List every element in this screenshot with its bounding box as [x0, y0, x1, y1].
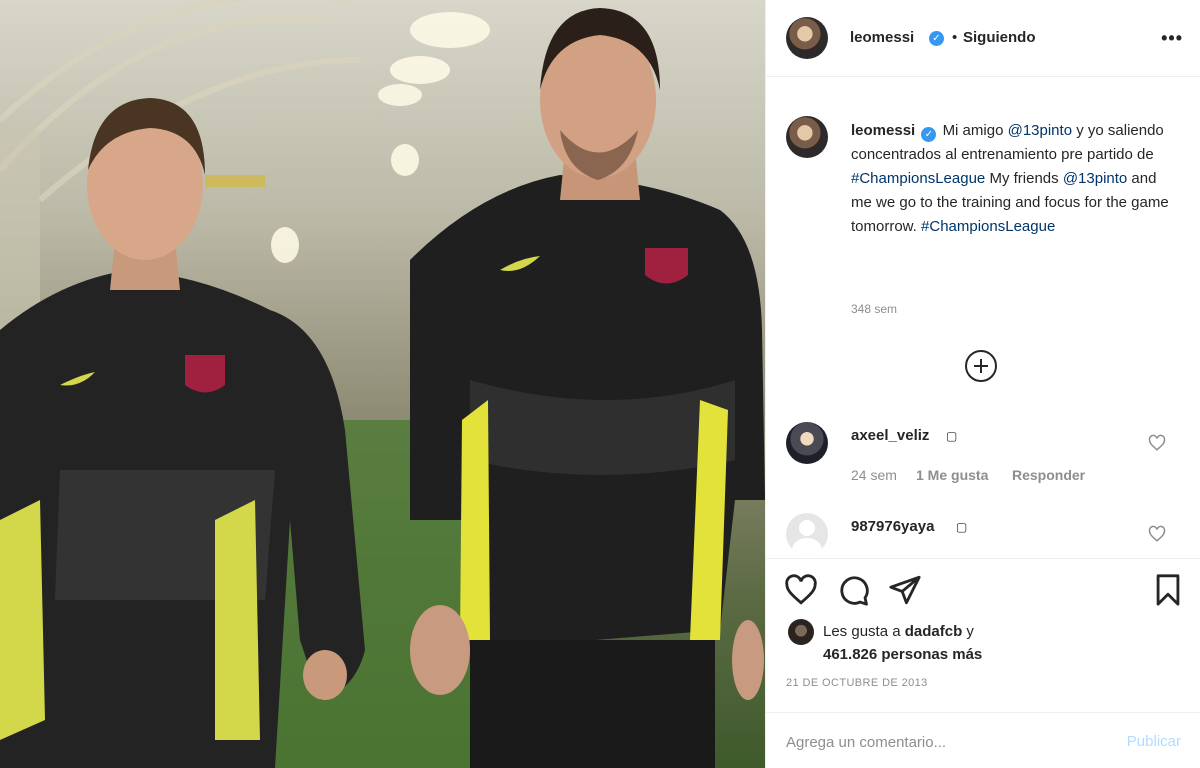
caption-part: My friends	[985, 170, 1063, 187]
bookmark-icon[interactable]	[1151, 573, 1185, 607]
likes-summary: Les gusta a dadafcb y	[823, 623, 974, 640]
more-options-icon[interactable]: •••	[1161, 28, 1183, 49]
caption-timestamp[interactable]: 348 sem	[851, 302, 897, 316]
caption-part: Mi amigo	[942, 122, 1008, 139]
comment-username[interactable]: axeel_veliz	[851, 427, 929, 444]
comment-reply-button[interactable]: Responder	[1012, 467, 1085, 483]
post-header: leomessi ✓ • Siguiendo •••	[766, 0, 1200, 77]
plus-circle-icon[interactable]	[965, 350, 997, 382]
post-caption: leomessi ✓ Mi amigo @13pinto y yo salien…	[851, 119, 1171, 239]
author-username[interactable]: leomessi	[850, 29, 914, 46]
comment-avatar[interactable]	[786, 513, 828, 555]
post-photo-illustration	[0, 0, 765, 768]
post-photo[interactable]	[0, 0, 765, 768]
comment-avatar[interactable]	[786, 422, 828, 464]
comment-like-heart-icon[interactable]	[1148, 525, 1166, 543]
caption-hashtag-link[interactable]: #ChampionsLeague	[851, 170, 985, 187]
likes-count: 461.826 personas más	[823, 646, 983, 663]
caption-mention-link[interactable]: @13pinto	[1008, 122, 1072, 139]
right-player	[410, 8, 765, 768]
following-button[interactable]: Siguiendo	[963, 29, 1036, 46]
author-avatar[interactable]	[786, 17, 828, 59]
caption-avatar[interactable]	[786, 116, 828, 158]
comment-text: ▢	[946, 429, 958, 443]
likes-count-link[interactable]: 461.826 personas más	[823, 646, 982, 663]
comment-bubble-icon[interactable]	[836, 573, 870, 607]
comment-likes-count[interactable]: 1 Me gusta	[916, 467, 988, 483]
likes-user-link[interactable]: dadafcb	[905, 623, 963, 640]
comment-username[interactable]: 987976yaya	[851, 518, 934, 535]
comment-text: ▢	[956, 520, 968, 534]
caption-mention-link[interactable]: @13pinto	[1063, 170, 1127, 187]
verified-badge-icon: ✓	[929, 31, 944, 46]
comment-like-heart-icon[interactable]	[1148, 434, 1166, 452]
add-comment-bar: Publicar	[766, 712, 1200, 768]
likes-suffix: y	[962, 623, 974, 640]
post-date[interactable]: 21 DE OCTUBRE DE 2013	[786, 677, 928, 689]
publish-comment-button[interactable]: Publicar	[1127, 733, 1181, 750]
paper-plane-icon[interactable]	[888, 573, 922, 607]
post-detail-panel: leomessi ✓ • Siguiendo ••• leomessi ✓ Mi…	[765, 0, 1200, 768]
comment-timestamp[interactable]: 24 sem	[851, 467, 897, 483]
liker-avatar[interactable]	[788, 619, 814, 645]
caption-username[interactable]: leomessi	[851, 122, 915, 139]
comment-input[interactable]	[786, 730, 1086, 754]
likes-prefix: Les gusta a	[823, 623, 905, 640]
separator-dot: •	[952, 29, 958, 46]
caption-verified-badge-icon: ✓	[921, 127, 937, 142]
left-player	[0, 98, 365, 768]
heart-icon[interactable]	[784, 573, 818, 607]
caption-hashtag-link[interactable]: #ChampionsLeague	[921, 218, 1055, 235]
